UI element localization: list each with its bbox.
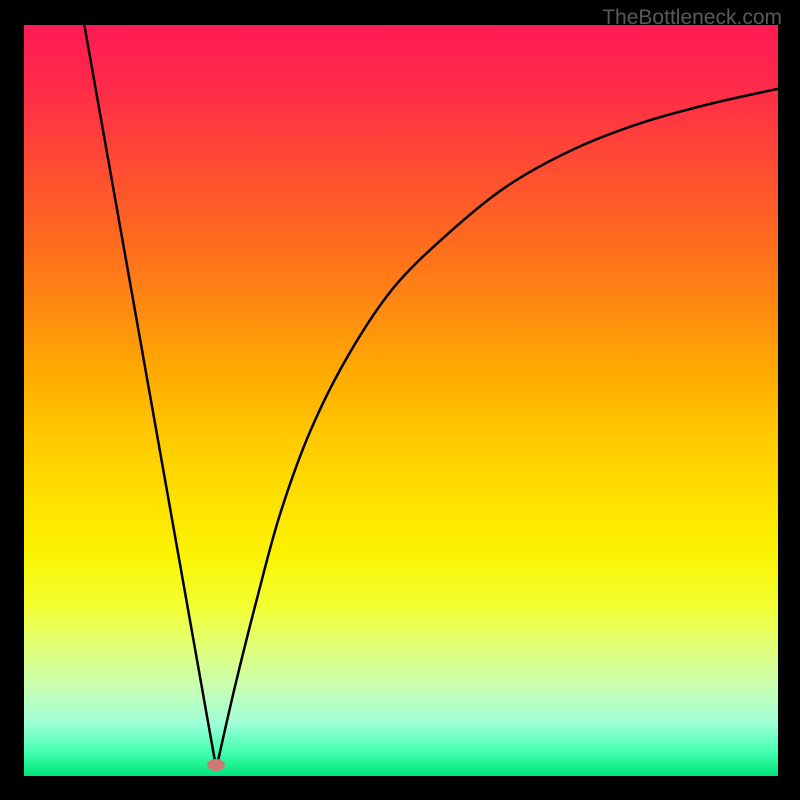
minimum-marker [207, 759, 225, 771]
left-segment [84, 25, 216, 768]
right-segment [216, 89, 778, 769]
watermark-text: TheBottleneck.com [602, 6, 782, 30]
chart-plot-area [24, 25, 778, 776]
chart-lines [24, 25, 778, 776]
